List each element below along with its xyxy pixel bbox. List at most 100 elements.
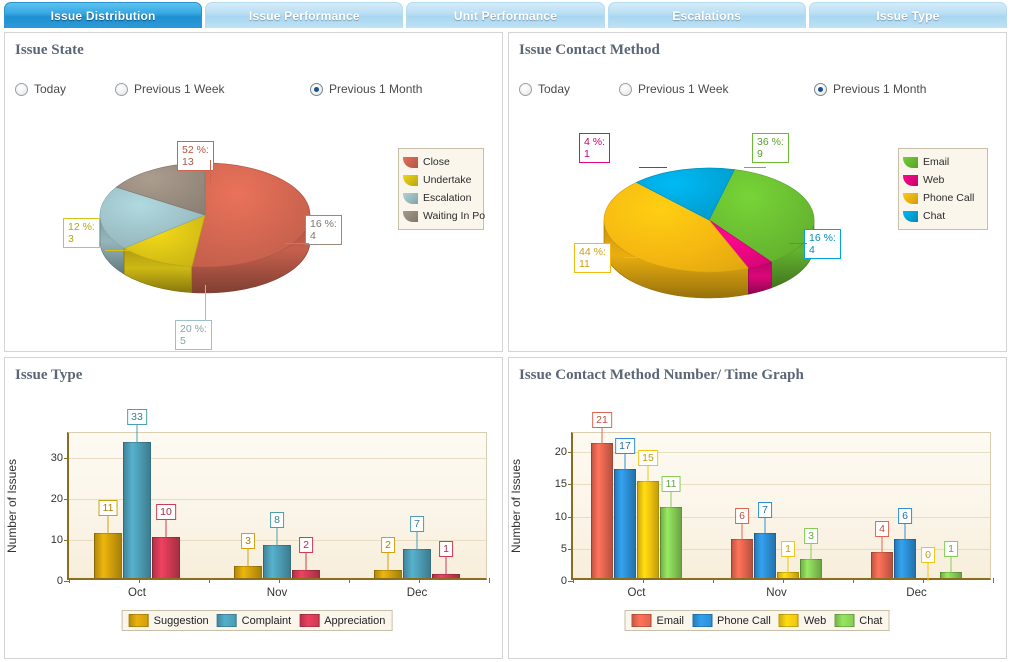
bar-nov-email[interactable] bbox=[731, 539, 753, 578]
bar-value-stem bbox=[648, 464, 649, 484]
issue-type-bar-plot-area: 0102030113310Oct382Nov271Dec bbox=[67, 432, 487, 580]
radio-option-contact-2[interactable]: Previous 1 Month bbox=[814, 82, 926, 96]
x-tick-mark bbox=[783, 578, 784, 583]
radio-label: Today bbox=[538, 82, 570, 96]
radio-button[interactable] bbox=[519, 83, 532, 96]
x-tick-label-nov: Nov bbox=[267, 587, 287, 599]
pie-callout-value: 11 bbox=[579, 258, 606, 270]
page-title-issue-type: Issue Type bbox=[15, 367, 82, 384]
legend-swatch-undertake bbox=[403, 175, 418, 186]
bar-value-oct-email: 21 bbox=[592, 412, 612, 428]
panel-issue-state: Issue State TodayPrevious 1 WeekPrevious… bbox=[4, 32, 503, 352]
pie-callout-value: 5 bbox=[180, 335, 207, 347]
radio-button-selected[interactable] bbox=[814, 83, 827, 96]
bar-value-stem bbox=[625, 452, 626, 472]
bar-dec-phone-call[interactable] bbox=[894, 539, 916, 578]
bar-value-nov-email: 6 bbox=[735, 508, 749, 524]
pie-callout-leader bbox=[285, 243, 309, 244]
radio-option-contact-1[interactable]: Previous 1 Week bbox=[619, 82, 814, 96]
radio-group-issue-state: TodayPrevious 1 WeekPrevious 1 Month bbox=[15, 78, 485, 100]
x-tick-mark bbox=[853, 578, 854, 583]
legend-swatch-web bbox=[903, 175, 918, 186]
tab-issue-performance[interactable]: Issue Performance bbox=[205, 2, 403, 28]
bar-nov-phone-call[interactable] bbox=[754, 533, 776, 578]
pie-callout-leader bbox=[210, 160, 211, 185]
legend-item: Escalation bbox=[403, 189, 478, 207]
tab-escalations[interactable]: Escalations bbox=[608, 2, 806, 28]
legend-item: Web bbox=[903, 171, 982, 189]
bar-value-stem bbox=[882, 535, 883, 555]
bar-oct-complaint[interactable] bbox=[123, 442, 151, 578]
radio-option-contact-0[interactable]: Today bbox=[519, 82, 619, 96]
issue-contact-method-pie-legend: EmailWebPhone CallChat bbox=[898, 148, 988, 230]
legend-item: Suggestion bbox=[129, 614, 209, 627]
bar-value-nov-suggestion: 3 bbox=[241, 533, 255, 549]
legend-item: Complaint bbox=[217, 614, 292, 627]
legend-swatch-phone-call bbox=[903, 193, 918, 204]
bar-dec-complaint[interactable] bbox=[403, 549, 431, 578]
bar-value-oct-web: 15 bbox=[638, 450, 658, 466]
legend-swatch-web bbox=[779, 614, 799, 627]
pie-callout-chat: 16 %:4 bbox=[804, 229, 841, 259]
bar-value-stem bbox=[277, 526, 278, 548]
bar-oct-web[interactable] bbox=[637, 481, 659, 578]
radio-button[interactable] bbox=[619, 83, 632, 96]
legend-label: Appreciation bbox=[324, 615, 385, 627]
panel-issue-contact-method: Issue Contact Method TodayPrevious 1 Wee… bbox=[508, 32, 1007, 352]
tab-issue-type[interactable]: Issue Type bbox=[809, 2, 1007, 28]
x-tick-label-nov: Nov bbox=[766, 587, 786, 599]
contact-method-time-bar-legend: EmailPhone CallWebChat bbox=[624, 610, 889, 631]
legend-swatch-email bbox=[903, 157, 918, 168]
bar-oct-chat[interactable] bbox=[660, 507, 682, 578]
bar-oct-suggestion[interactable] bbox=[94, 533, 122, 578]
x-tick-mark bbox=[713, 578, 714, 583]
issue-type-bar-chart: Number of Issues0102030113310Oct382Nov27… bbox=[5, 402, 502, 650]
legend-label: Web bbox=[804, 615, 826, 627]
radio-button[interactable] bbox=[115, 83, 128, 96]
panel-issue-type: Issue Type Number of Issues0102030113310… bbox=[4, 357, 503, 659]
bar-value-nov-appreciation: 2 bbox=[299, 537, 313, 553]
bar-nov-complaint[interactable] bbox=[263, 545, 291, 578]
tab-issue-distribution[interactable]: Issue Distribution bbox=[4, 2, 202, 28]
legend-item: Undertake bbox=[403, 171, 478, 189]
radio-option-state-2[interactable]: Previous 1 Month bbox=[310, 82, 422, 96]
radio-button-selected[interactable] bbox=[310, 83, 323, 96]
legend-swatch-appreciation bbox=[299, 614, 319, 627]
bar-value-stem bbox=[137, 423, 138, 445]
bar-oct-phone-call[interactable] bbox=[614, 469, 636, 578]
bar-value-stem bbox=[388, 551, 389, 573]
pie-callout-percent: 4 %: bbox=[584, 136, 605, 148]
x-tick-mark bbox=[209, 578, 210, 583]
legend-label: Complaint bbox=[242, 615, 292, 627]
bar-value-dec-suggestion: 2 bbox=[381, 537, 395, 553]
legend-swatch-suggestion bbox=[129, 614, 149, 627]
x-tick-mark bbox=[419, 578, 420, 583]
legend-swatch-email bbox=[631, 614, 651, 627]
pie-callout-leader bbox=[744, 167, 766, 168]
legend-swatch-chat bbox=[834, 614, 854, 627]
bar-value-stem bbox=[951, 555, 952, 575]
x-tick-mark bbox=[923, 578, 924, 583]
legend-swatch-waiting-in-po bbox=[403, 211, 418, 222]
pie-callout-percent: 36 %: bbox=[757, 136, 784, 148]
y-tick-mark bbox=[568, 484, 573, 485]
pie-callout-percent: 52 %: bbox=[182, 144, 209, 156]
gridline bbox=[573, 452, 990, 453]
bar-dec-email[interactable] bbox=[871, 552, 893, 578]
radio-button[interactable] bbox=[15, 83, 28, 96]
radio-label: Previous 1 Month bbox=[833, 82, 926, 96]
page-title-issue-state: Issue State bbox=[15, 42, 84, 59]
issue-contact-method-pie-chart: 36 %:94 %:144 %:1116 %:4EmailWebPhone Ca… bbox=[509, 105, 1006, 351]
radio-option-state-0[interactable]: Today bbox=[15, 82, 115, 96]
bar-oct-email[interactable] bbox=[591, 443, 613, 578]
bar-value-stem bbox=[742, 522, 743, 542]
x-tick-mark bbox=[279, 578, 280, 583]
x-tick-mark bbox=[69, 578, 70, 583]
radio-option-state-1[interactable]: Previous 1 Week bbox=[115, 82, 310, 96]
tab-unit-performance[interactable]: Unit Performance bbox=[406, 2, 604, 28]
bar-oct-appreciation[interactable] bbox=[152, 537, 180, 578]
bar-value-stem bbox=[671, 490, 672, 510]
y-tick-mark bbox=[64, 499, 69, 500]
bar-value-oct-complaint: 33 bbox=[127, 409, 147, 425]
contact-method-time-bar-chart: Number of Issues0510152021171511Oct6713N… bbox=[509, 402, 1006, 650]
